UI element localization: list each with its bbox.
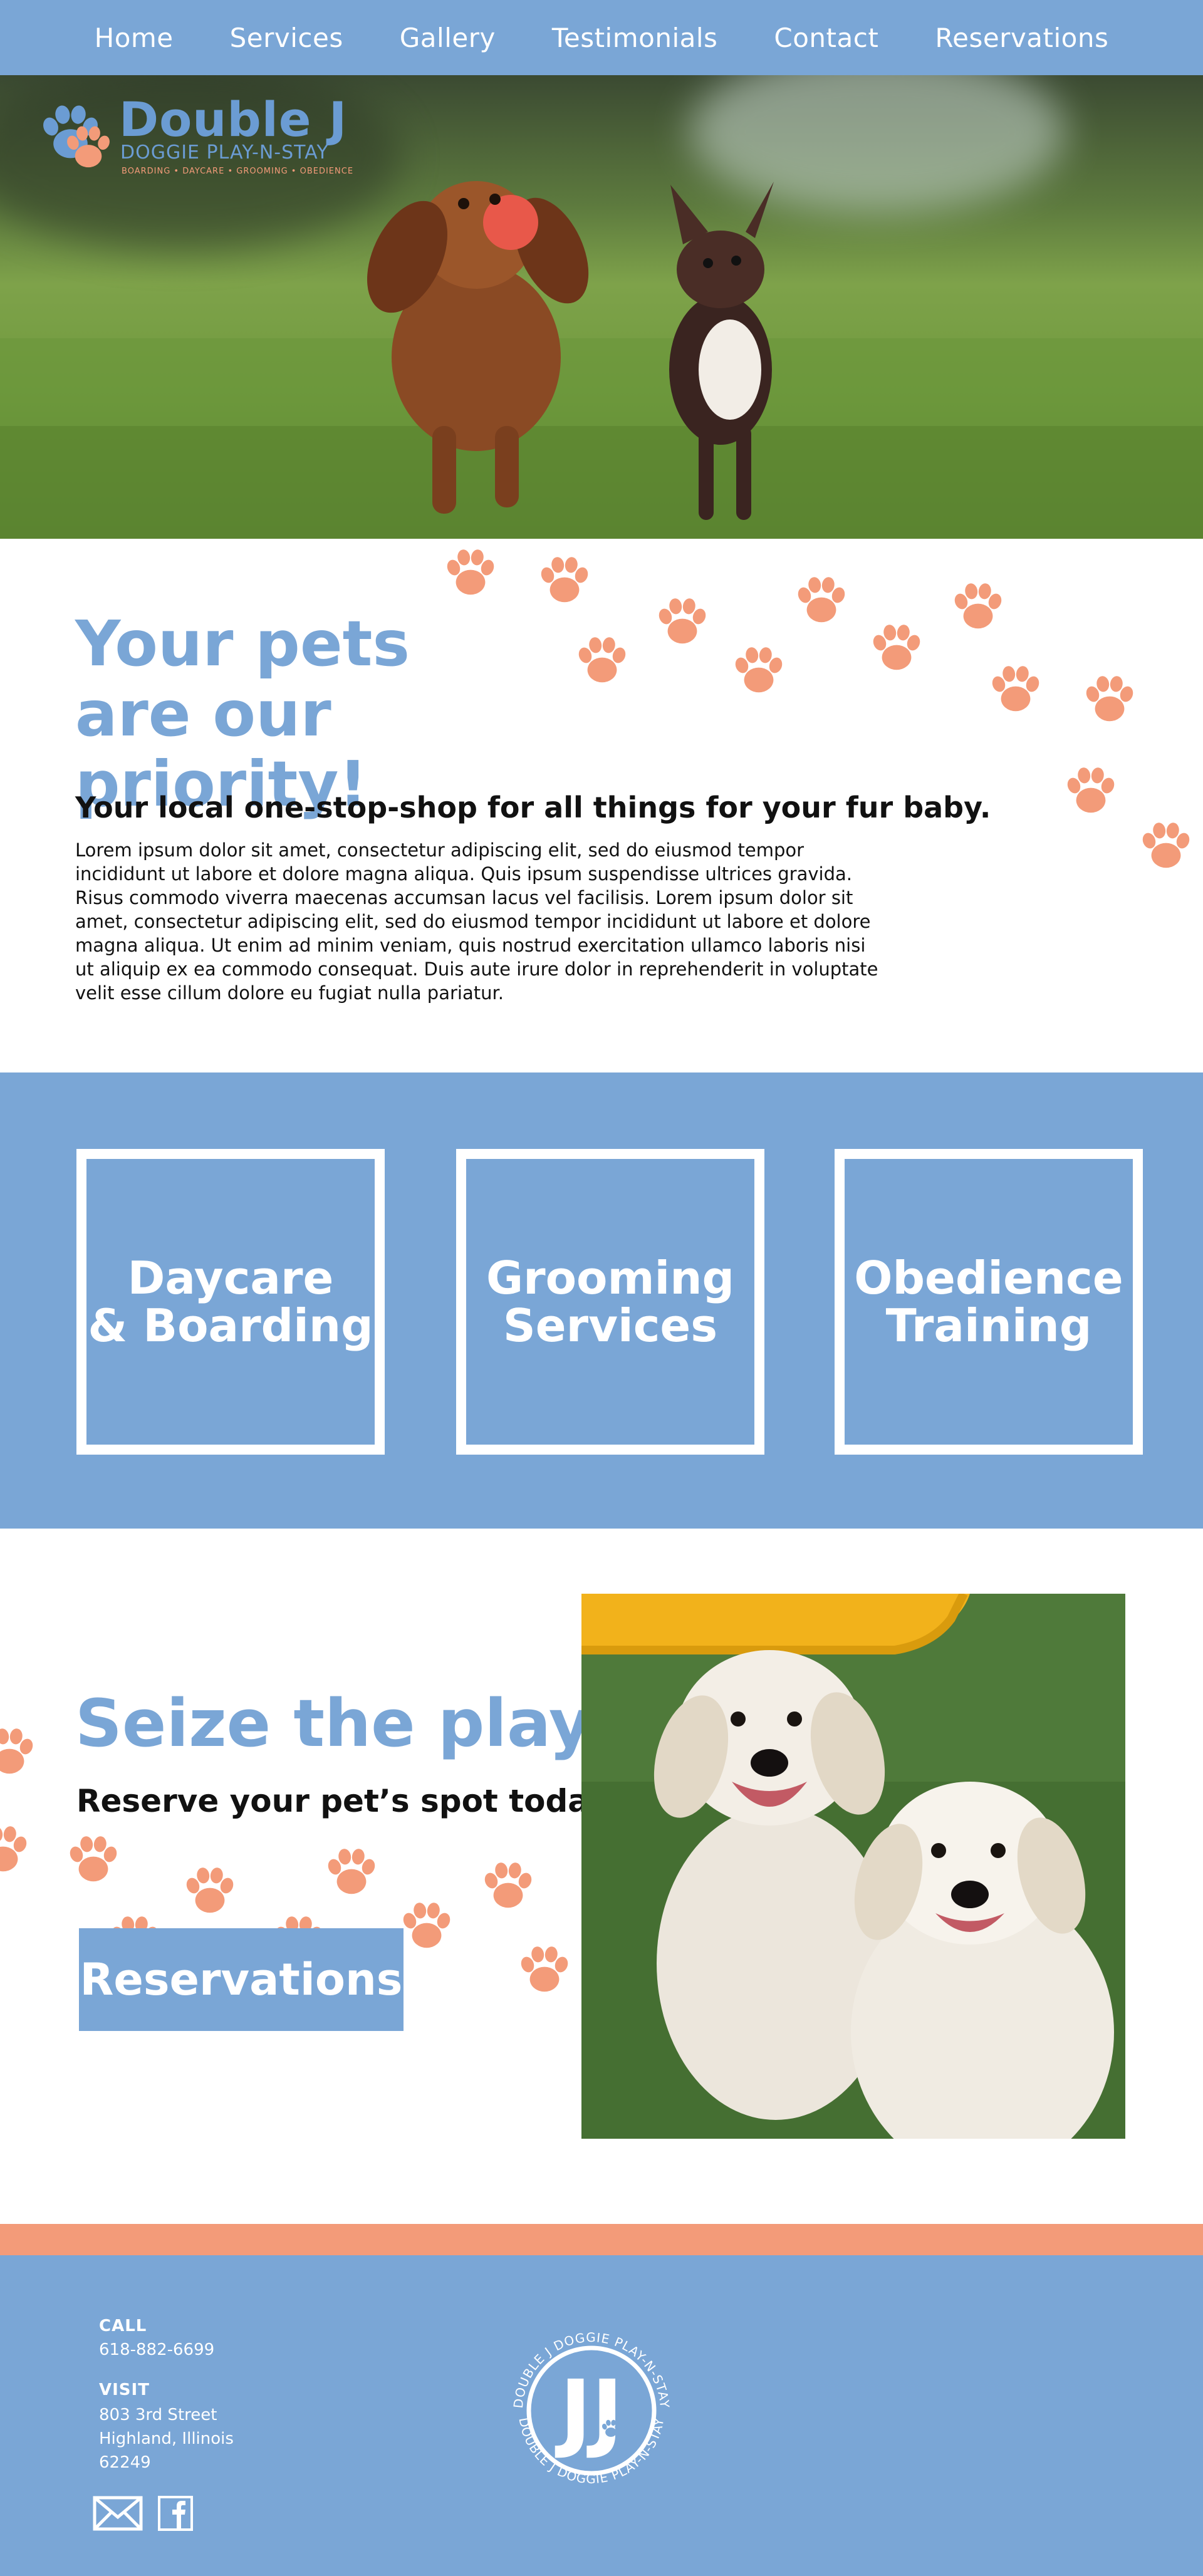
- service-card-line2: & Boarding: [88, 1299, 373, 1352]
- paw-icon: [1084, 675, 1135, 722]
- site-footer: CALL 618-882-6699 VISIT 803 3rd Street H…: [0, 2255, 1203, 2576]
- paw-icon: [990, 665, 1041, 712]
- site-logo[interactable]: Double J DOGGIE PLAY-N-STAY BOARDING • D…: [38, 91, 353, 182]
- service-card-label: Obedience Training: [854, 1254, 1123, 1349]
- nav-item-contact[interactable]: Contact: [774, 23, 878, 53]
- service-card-obedience[interactable]: Obedience Training: [835, 1149, 1143, 1455]
- golden-retrievers-image: [581, 1594, 1125, 2139]
- nav-item-reservations[interactable]: Reservations: [935, 23, 1108, 53]
- intro-title: Your pets are our priority!: [75, 609, 627, 819]
- paw-icon: [733, 646, 784, 693]
- service-card-line1: Daycare: [127, 1252, 334, 1304]
- paw-icon: [1140, 821, 1192, 868]
- logo-subtitle: DOGGIE PLAY-N-STAY: [120, 142, 329, 164]
- logo-title: Double J: [119, 91, 348, 147]
- reservations-button[interactable]: Reservations: [79, 1928, 404, 2031]
- nav-item-home[interactable]: Home: [95, 23, 174, 53]
- footer-phone[interactable]: 618-882-6699: [99, 2338, 214, 2362]
- paw-icon: [68, 1835, 119, 1882]
- footer-accent-stripe: [0, 2224, 1203, 2255]
- play-subtitle: Reserve your pet’s spot today.: [76, 1783, 618, 1819]
- service-card-label: Daycare & Boarding: [88, 1254, 373, 1349]
- footer-seal-logo: DOUBLE J DOGGIE PLAY-N-STAY DOUBLE J DOG…: [511, 2330, 672, 2486]
- logo-tagline: BOARDING • DAYCARE • GROOMING • OBEDIENC…: [122, 167, 354, 176]
- play-title: Seize the play!: [75, 1685, 622, 1762]
- paw-icon: [445, 548, 496, 595]
- paw-icon: [871, 623, 922, 670]
- paw-icon: [482, 1861, 534, 1908]
- service-card-line2: Training: [885, 1299, 1092, 1352]
- nav-item-services[interactable]: Services: [230, 23, 343, 53]
- play-section: Seize the play! Reserve your pet’s spot …: [0, 1529, 1203, 2224]
- top-navigation: Home Services Gallery Testimonials Conta…: [0, 0, 1203, 75]
- nav-list: Home Services Gallery Testimonials Conta…: [66, 23, 1137, 53]
- paw-icon: [0, 1727, 35, 1774]
- services-section: Daycare & Boarding Grooming Services Obe…: [0, 1072, 1203, 1529]
- paw-icon: [326, 1847, 377, 1894]
- paw-icon: [576, 636, 628, 683]
- intro-title-line1: Your pets: [75, 607, 410, 680]
- service-card-line1: Obedience: [854, 1252, 1123, 1304]
- reservations-button-label: Reservations: [80, 1954, 403, 2005]
- paw-icon: [184, 1866, 236, 1913]
- logo-paw-icon: [41, 104, 112, 168]
- email-icon[interactable]: [93, 2496, 143, 2531]
- facebook-icon[interactable]: [158, 2496, 193, 2531]
- service-card-line1: Grooming: [486, 1252, 735, 1304]
- footer-call-label: CALL: [99, 2317, 147, 2335]
- service-card-grooming[interactable]: Grooming Services: [456, 1149, 764, 1455]
- seal-monogram: JJ: [555, 2362, 623, 2461]
- golden-retrievers-photo: [581, 1594, 1125, 2139]
- service-card-label: Grooming Services: [486, 1254, 734, 1349]
- paw-icon: [952, 582, 1004, 629]
- paw-icon: [657, 597, 708, 644]
- footer-visit-label: VISIT: [99, 2381, 150, 2399]
- paw-icon: [539, 556, 590, 603]
- footer-address-line3: 62249: [99, 2453, 151, 2472]
- paw-icon: [1065, 766, 1117, 813]
- intro-section: Your pets are our priority! Your local o…: [0, 539, 1203, 1072]
- footer-address-line1: 803 3rd Street: [99, 2406, 217, 2424]
- footer-address-line2: Highland, Illinois: [99, 2429, 234, 2448]
- intro-body-text: Lorem ipsum dolor sit amet, consectetur …: [75, 839, 878, 1004]
- service-card-daycare-boarding[interactable]: Daycare & Boarding: [76, 1149, 385, 1455]
- nav-item-testimonials[interactable]: Testimonials: [552, 23, 718, 53]
- paw-icon: [0, 1825, 29, 1872]
- paw-icon: [401, 1901, 452, 1948]
- intro-subtitle: Your local one-stop-shop for all things …: [75, 791, 991, 824]
- paw-icon: [519, 1945, 570, 1992]
- nav-item-gallery[interactable]: Gallery: [400, 23, 496, 53]
- paw-icon: [796, 576, 847, 623]
- service-card-line2: Services: [503, 1299, 718, 1352]
